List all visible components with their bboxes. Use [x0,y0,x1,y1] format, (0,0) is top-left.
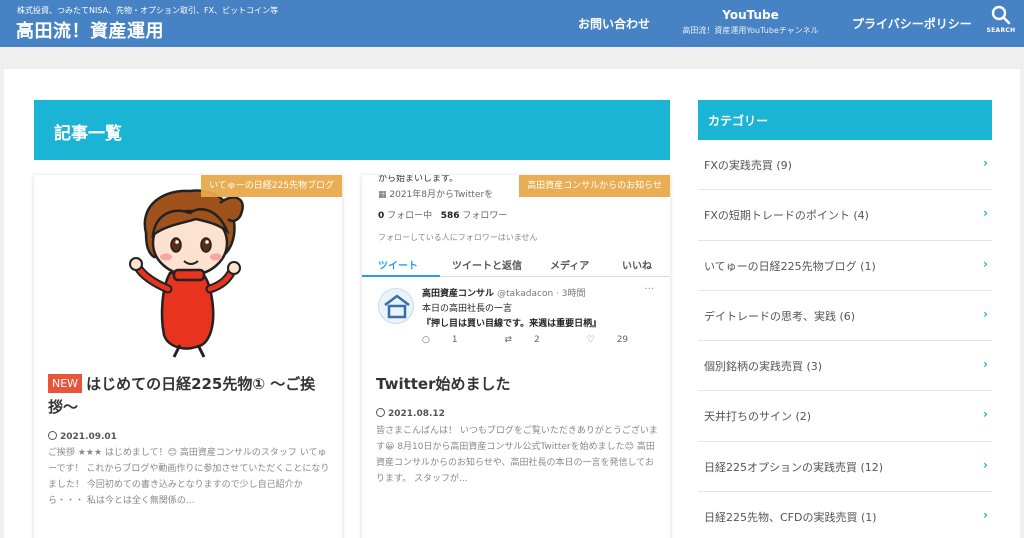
article-card[interactable]: から始まいします。 ▦ 2021年8月からTwitterを 0 フォロー中 58… [362,175,670,538]
new-badge: NEW [48,374,83,393]
nav-contact[interactable]: お問い合わせ [578,15,650,32]
chevron-right-icon: › [983,306,988,321]
twitter-joined: ▦ 2021年8月からTwitterを [378,187,493,200]
following-count: 0 [378,211,385,221]
retweet-count-text: 2 [534,335,540,345]
tweet-author: 高田資産コンサル @takadacon · 3時間 [422,286,585,299]
category-label[interactable]: いてゅーの日経225先物ブログ [201,175,342,197]
category-item-label: 日経225先物、CFDの実践売買 (1) [704,511,877,525]
chevron-right-icon: › [983,357,988,372]
search-label: SEARCH [986,27,1016,34]
site-title[interactable]: 高田流！資産運用 [16,17,164,43]
twitter-no-followers-text: フォローしている人にフォロワーはいません [378,233,538,242]
article-title[interactable]: NEW はじめての日経225先物① 〜ご挨拶〜 [48,373,333,419]
twitter-joined-text: 2021年8月からTwitterを [389,190,494,200]
sidebar-category-heading: カテゴリー [698,100,992,140]
article-card[interactable]: いてゅーの日経225先物ブログ NEW はじめての日経225先物① 〜ご挨拶〜 2… [34,175,342,538]
tweet-text-line2: 『押し目は買い目線です。来週は重要日柄』 [422,319,602,329]
category-item-label: 個別銘柄の実践売買 (3) [704,360,823,374]
article-title-text: はじめての日経225先物① 〜ご挨拶〜 [48,375,316,416]
chevron-right-icon: › [983,508,988,523]
tweet-text-line1: 本日の高田社長の一言 [422,304,513,314]
category-item[interactable]: 天井打ちのサイン (2) › [698,391,992,442]
tweet-handle: @takadacon · 3時間 [497,289,586,299]
archive-heading: 記事一覧 [34,100,670,160]
twitter-tab-media: メディア [550,261,590,272]
retweet-icon: ⇄ [504,335,513,345]
category-item[interactable]: デイトレードの思考、実践 (6) › [698,291,992,342]
article-date-text: 2021.08.12 [388,409,445,419]
category-item[interactable]: 日経225オプションの実践売買 (12) › [698,442,992,493]
category-item[interactable]: 日経225先物、CFDの実践売買 (1) › [698,492,992,538]
article-title[interactable]: Twitter始めました [376,373,661,396]
category-item-label: いてゅーの日経225先物ブログ (1) [704,259,876,273]
like-count: ♡ 29 [587,335,651,345]
chevron-right-icon: › [983,407,988,422]
chevron-right-icon: › [983,206,988,221]
category-item[interactable]: FXの短期トレードのポイント (4) › [698,190,992,241]
nav-youtube-subtitle: 高田流！資産運用YouTubeチャンネル [682,26,819,35]
like-count-text: 29 [616,335,629,345]
category-item-label: デイトレードの思考、実践 (6) [704,309,856,323]
twitter-tab-tweets: ツイート [378,261,418,272]
site-tagline: 株式投資、つみたてNISA、先物・オプション取引、FX、ビットコイン等 [17,6,279,15]
followers-label: フォロワー [462,211,508,221]
twitter-screenshot: から始まいします。 ▦ 2021年8月からTwitterを 0 フォロー中 58… [362,175,670,359]
twitter-tabs: ツイート ツイートと返信 メディア いいね [362,253,670,277]
article-thumbnail[interactable]: から始まいします。 ▦ 2021年8月からTwitterを 0 フォロー中 58… [362,175,670,359]
nav-privacy-policy[interactable]: プライバシーポリシー [852,15,972,32]
article-thumbnail[interactable]: いてゅーの日経225先物ブログ [34,175,342,359]
category-item-label: FXの短期トレードのポイント (4) [704,209,869,223]
article-excerpt: 皆さまこんばんは！ いつもブログをご覧いただきありがとうございます😀 8月10日… [376,426,658,484]
followers-count: 586 [440,211,460,221]
clock-icon [48,431,57,440]
reply-count-text: 1 [451,335,458,345]
heart-icon: ♡ [586,335,595,345]
twitter-cut-text: から始まいします。 [378,175,459,184]
sidebar-category-title: カテゴリー [708,114,769,128]
character-illustration [129,189,244,358]
nav-youtube-title: YouTube [722,8,779,22]
site-header: 株式投資、つみたてNISA、先物・オプション取引、FX、ビットコイン等 高田流！… [0,0,1024,47]
twitter-follow-stats: 0 フォロー中 586 フォロワー [378,208,507,221]
chevron-right-icon: › [983,156,988,170]
twitter-tab-underline [362,275,440,277]
tweet-author-name: 高田資産コンサル [422,289,495,299]
calendar-icon: ▦ [378,190,390,200]
chevron-right-icon: › [983,457,988,472]
category-list: FXの実践売買 (9) › FXの短期トレードのポイント (4) › いてゅーの日経… [698,140,992,538]
reply-count: ○ 1 [422,335,480,345]
category-item-label: 天井打ちのサイン (2) [704,410,812,424]
chevron-right-icon: › [983,256,988,271]
nav-youtube[interactable]: YouTube 高田流！資産運用YouTubeチャンネル [668,8,833,36]
article-date: 2021.08.12 [376,408,445,419]
category-label[interactable]: 高田資産コンサルからのお知らせ [519,175,670,197]
category-item-label: FXの実践売買 (9) [704,159,792,172]
tweet-actions: ○ 1 ⇄ 2 ♡ 29 ⇪ [422,335,670,345]
article-excerpt: ご挨拶 ★★★ はじめまして！😊 高田資産コンサルのスタッフ いてゅーです！ こ… [48,448,330,506]
clock-icon [376,408,385,417]
twitter-tab-likes: いいね [622,261,652,272]
search-icon [984,5,1018,25]
retweet-count: ⇄ 2 [504,335,561,345]
article-date-text: 2021.09.01 [60,432,117,442]
category-item[interactable]: いてゅーの日経225先物ブログ (1) › [698,241,992,291]
category-item-label: 日経225オプションの実践売買 (12) [704,460,884,474]
search-button[interactable]: SEARCH [984,5,1018,34]
archive-title: 記事一覧 [54,124,122,144]
article-date: 2021.09.01 [48,431,117,442]
reply-icon: ○ [422,335,430,345]
category-item[interactable]: FXの実践売買 (9) › [698,140,992,191]
twitter-tab-replies: ツイートと返信 [452,261,522,272]
category-item[interactable]: 個別銘柄の実践売買 (3) › [698,341,992,392]
following-label: フォロー中 [387,211,433,221]
more-icon: ··· [644,284,654,295]
twitter-avatar [378,288,414,324]
